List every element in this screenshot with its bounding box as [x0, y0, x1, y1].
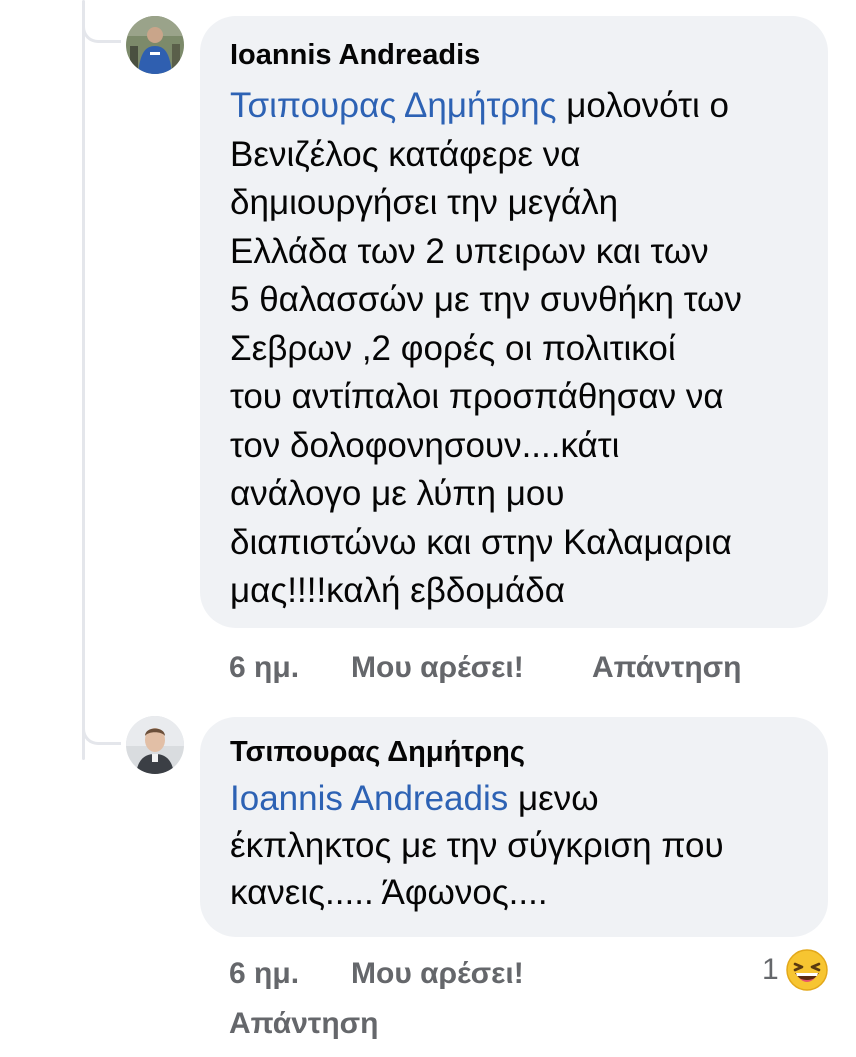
comment-line: Ελλάδα των 2 υπειρων και των [230, 231, 709, 271]
comment-bubble: Τσιπουρας Δημήτρης Ioannis Andreadis μεν… [200, 717, 828, 937]
laughing-emoji-icon [785, 949, 828, 991]
thread-connector [82, 712, 121, 745]
comment-line: Βενιζέλος κατάφερε να [230, 134, 581, 174]
thread-connector [82, 10, 121, 43]
comment-line: διαπιστώνω και στην Καλαμαρια [230, 522, 732, 562]
user-avatar-icon [126, 716, 184, 774]
comment-timestamp[interactable]: 6 ημ. [229, 956, 299, 992]
comment-text: Τσιπουρας Δημήτρης μολονότι ο Βενιζέλος … [230, 82, 802, 616]
comment-author[interactable]: Ioannis Andreadis [230, 38, 802, 72]
reply-button-container: Απάντηση [229, 1006, 379, 1042]
comment-line: μας!!!!καλή εβδομάδα [230, 571, 565, 610]
comment-line: έκπληκτος με την σύγκριση που [230, 826, 724, 865]
comment-line: μενω [508, 779, 599, 818]
comment-text: Ioannis Andreadis μενω έκπληκτος με την … [230, 775, 802, 916]
like-button[interactable]: Μου αρέσει! [351, 650, 524, 686]
user-avatar-icon [126, 16, 184, 74]
comment-line: του αντίπαλοι προσπάθησαν να [230, 377, 724, 416]
comment-line: μολονότι ο [556, 86, 729, 125]
reaction-summary[interactable]: 1 [762, 948, 829, 992]
comment-line: Σεβρων ,2 φορές οι πολιτικοί [230, 328, 676, 368]
comment-timestamp[interactable]: 6 ημ. [229, 650, 299, 686]
reply-button[interactable]: Απάντηση [592, 650, 742, 686]
comment-bubble: Ioannis Andreadis Τσιπουρας Δημήτρης μολ… [200, 16, 828, 628]
comment-author[interactable]: Τσιπουρας Δημήτρης [230, 735, 802, 769]
comment-line: ανάλογο με λύπη μου [230, 474, 565, 513]
comment-line: δημιουργήσει την μεγάλη [230, 183, 619, 222]
comment-line: 5 θαλασσών με την συνθήκη των [230, 280, 742, 319]
comment-line: κανεις..... Άφωνος.... [230, 873, 548, 912]
mention-link[interactable]: Ioannis Andreadis [230, 779, 508, 818]
avatar[interactable] [126, 16, 184, 74]
avatar[interactable] [126, 716, 184, 774]
mention-link[interactable]: Τσιπουρας Δημήτρης [230, 86, 557, 125]
comment-line: τον δολοφονησουν....κάτι [230, 425, 620, 465]
reaction-count: 1 [762, 953, 779, 986]
like-button[interactable]: Μου αρέσει! [351, 956, 524, 992]
thread-line [82, 0, 85, 760]
reply-button[interactable]: Απάντηση [229, 1007, 379, 1040]
